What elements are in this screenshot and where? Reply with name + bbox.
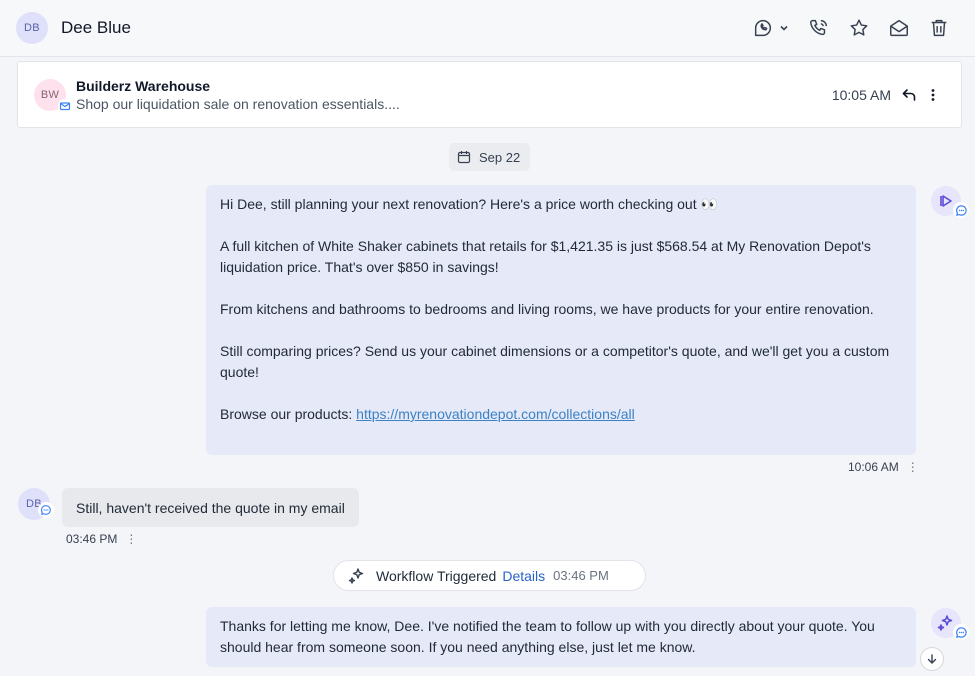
call-button[interactable] bbox=[799, 10, 839, 46]
products-link[interactable]: https://myrenovationdepot.com/collection… bbox=[356, 406, 635, 422]
outbound-message: Hi Dee, still planning your next renovat… bbox=[206, 185, 916, 455]
message-text: Still, haven't received the quote in my … bbox=[76, 499, 345, 516]
phone-icon bbox=[810, 19, 828, 36]
workflow-label: Workflow Triggered bbox=[376, 567, 497, 584]
contact-name[interactable]: Dee Blue bbox=[61, 18, 131, 38]
conversation-header: DB Dee Blue bbox=[0, 0, 975, 57]
email-sender: Builderz Warehouse bbox=[76, 77, 211, 94]
star-icon bbox=[850, 19, 868, 36]
header-actions bbox=[743, 10, 959, 46]
link-prefix: Browse our products: bbox=[220, 406, 357, 422]
date-separator: Sep 22 bbox=[449, 143, 531, 171]
message-time: 10:06 AM bbox=[848, 460, 899, 474]
star-button[interactable] bbox=[839, 10, 879, 46]
inbound-message: Still, haven't received the quote in my … bbox=[62, 488, 359, 527]
message-paragraph: Browse our products: https://myrenovatio… bbox=[220, 404, 902, 425]
message-paragraph: From kitchens and bathrooms to bedrooms … bbox=[220, 301, 874, 317]
reply-button[interactable] bbox=[897, 83, 921, 107]
chat-bubble-icon bbox=[955, 204, 967, 216]
calendar-icon bbox=[457, 151, 471, 164]
trash-icon bbox=[931, 19, 947, 37]
arrow-down-icon bbox=[927, 654, 937, 664]
message-paragraph: Hi Dee, still planning your next renovat… bbox=[220, 196, 718, 212]
sparkle-icon bbox=[348, 567, 364, 584]
message-text: Thanks for letting me know, Dee. I've no… bbox=[220, 618, 875, 655]
campaign-sender-avatar bbox=[931, 186, 969, 218]
outbound-message: Thanks for letting me know, Dee. I've no… bbox=[206, 607, 916, 667]
chat-bubble-icon bbox=[40, 505, 51, 516]
sms-channel-badge bbox=[953, 202, 969, 218]
message-paragraph: Still comparing prices? Send us your cab… bbox=[220, 343, 890, 380]
email-preview-card[interactable]: BW Builderz Warehouse Shop our liquidati… bbox=[17, 61, 962, 128]
mark-read-button[interactable] bbox=[879, 10, 919, 46]
sms-channel-badge bbox=[953, 624, 969, 640]
chat-bubble-icon bbox=[955, 626, 967, 638]
email-more-button[interactable] bbox=[921, 83, 945, 107]
call-dropdown-icon bbox=[754, 19, 771, 37]
date-label: Sep 22 bbox=[479, 149, 521, 165]
contact-avatar[interactable]: DB bbox=[16, 12, 48, 44]
message-menu-button[interactable]: ⋮ bbox=[125, 532, 137, 546]
email-time: 10:05 AM bbox=[831, 86, 891, 103]
message-paragraph: A full kitchen of White Shaker cabinets … bbox=[220, 238, 871, 275]
ai-agent-avatar bbox=[931, 608, 969, 640]
workflow-triggered-event: Workflow Triggered Details 03:46 PM bbox=[333, 560, 646, 591]
sender-avatar: BW bbox=[34, 78, 72, 113]
email-subject: Shop our liquidation sale on renovation … bbox=[76, 95, 400, 112]
message-meta: 03:46 PM ⋮ bbox=[66, 532, 137, 546]
scroll-to-bottom-button[interactable] bbox=[920, 647, 944, 671]
message-meta: 10:06 AM ⋮ bbox=[848, 460, 919, 474]
envelope-icon bbox=[59, 101, 71, 110]
workflow-details-link[interactable]: Details bbox=[502, 568, 545, 584]
more-vertical-icon bbox=[931, 88, 935, 101]
message-time: 03:46 PM bbox=[66, 532, 118, 546]
sms-channel-badge bbox=[38, 502, 54, 518]
call-options-button[interactable] bbox=[743, 10, 799, 46]
reply-icon bbox=[902, 88, 916, 101]
chevron-down-icon bbox=[780, 25, 788, 31]
message-menu-button[interactable]: ⋮ bbox=[907, 460, 919, 474]
workflow-time: 03:46 PM bbox=[553, 568, 609, 583]
delete-button[interactable] bbox=[919, 10, 959, 46]
mail-icon bbox=[890, 19, 908, 37]
email-channel-badge bbox=[58, 98, 72, 113]
